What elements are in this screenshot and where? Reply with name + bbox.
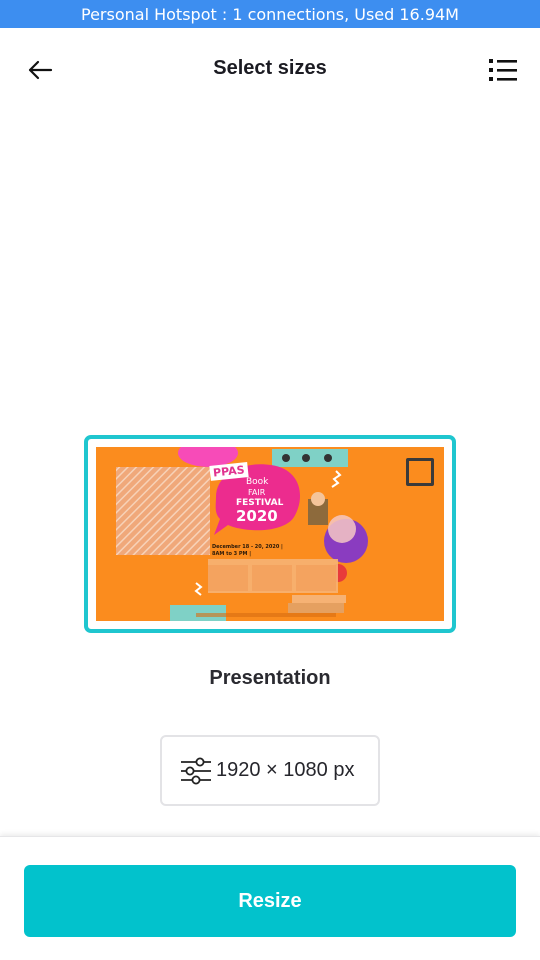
status-bar-text: Personal Hotspot : 1 connections, Used 1… — [81, 4, 459, 24]
page-title: Select sizes — [213, 57, 327, 79]
bottom-action-bar: Resize — [0, 836, 540, 960]
dimension-selector[interactable]: 1920 × 1080 px — [160, 735, 380, 806]
header: Select sizes — [0, 28, 540, 110]
dimension-text: 1920 × 1080 px — [216, 759, 355, 781]
design-preview[interactable]: PPAS Book FAIR FESTIVAL 2020 December 18… — [84, 435, 456, 633]
status-bar: Personal Hotspot : 1 connections, Used 1… — [0, 0, 540, 28]
select-checkbox[interactable] — [406, 458, 434, 486]
thumbnail-artwork — [116, 447, 368, 621]
size-name: Presentation — [209, 667, 331, 689]
thumbnail-title-1: Book — [246, 477, 269, 487]
thumbnail-date-2: 8AM to 3 PM | — [212, 551, 252, 557]
list-view-button[interactable] — [484, 52, 522, 88]
thumbnail-date-1: December 18 - 20, 2020 | — [212, 544, 283, 550]
list-icon — [489, 59, 517, 81]
resize-button[interactable]: Resize — [24, 865, 516, 937]
sliders-icon — [181, 757, 211, 784]
thumbnail-title-2: FAIR — [248, 488, 266, 497]
design-thumbnail: PPAS Book FAIR FESTIVAL 2020 December 18… — [96, 447, 444, 621]
thumbnail-year: 2020 — [236, 507, 278, 525]
